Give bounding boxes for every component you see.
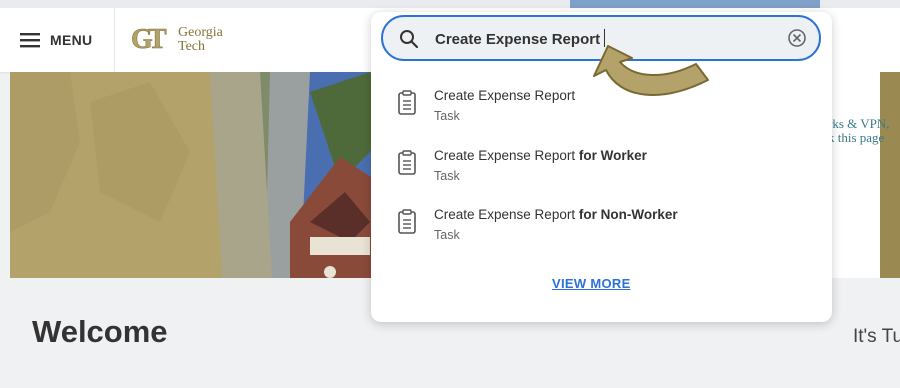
georgia-tech-logo[interactable]: G T Georgia Tech xyxy=(130,22,223,58)
clear-search-icon[interactable] xyxy=(787,28,807,53)
hero-side-card xyxy=(830,72,880,278)
search-icon xyxy=(399,29,419,54)
search-result-item[interactable]: Create Expense Report for Non-Worker Tas… xyxy=(396,207,816,255)
search-input-value[interactable]: Create Expense Report xyxy=(435,29,606,48)
result-title: Create Expense Report xyxy=(434,148,579,163)
menu-button[interactable]: MENU xyxy=(20,28,92,52)
search-result-item[interactable]: Create Expense Report for Worker Task xyxy=(396,148,816,196)
svg-text:T: T xyxy=(148,24,167,52)
result-title-emphasis: for Non-Worker xyxy=(578,207,678,222)
hero-side-panel: rks & VPN, k this page xyxy=(830,72,900,278)
top-strip-accent xyxy=(570,0,820,8)
view-more-link[interactable]: VIEW MORE xyxy=(552,276,631,291)
logo-line-1: Georgia xyxy=(178,25,223,40)
search-query-text: Create Expense Report xyxy=(435,31,601,48)
welcome-title: Welcome xyxy=(32,314,168,349)
logo-line-2: Tech xyxy=(178,39,206,54)
menu-label: MENU xyxy=(50,32,93,48)
task-icon xyxy=(396,150,418,181)
result-title: Create Expense Report xyxy=(434,207,579,222)
header-divider xyxy=(114,8,115,72)
hamburger-icon xyxy=(20,32,40,48)
task-icon xyxy=(396,209,418,240)
hero-side-text-2: k this page xyxy=(830,130,885,145)
task-icon xyxy=(396,90,418,121)
result-type: Task xyxy=(434,228,460,242)
result-title: Create Expense Report xyxy=(434,88,576,103)
gt-monogram-icon: G T xyxy=(130,23,174,57)
result-title-emphasis: for Worker xyxy=(578,148,647,163)
top-strip xyxy=(0,0,900,8)
result-type: Task xyxy=(434,109,460,123)
welcome-side-text: It's Tu xyxy=(853,326,900,347)
tutorial-arrow-icon xyxy=(590,40,720,115)
hero-side-chevron xyxy=(880,72,900,278)
result-type: Task xyxy=(434,169,460,183)
